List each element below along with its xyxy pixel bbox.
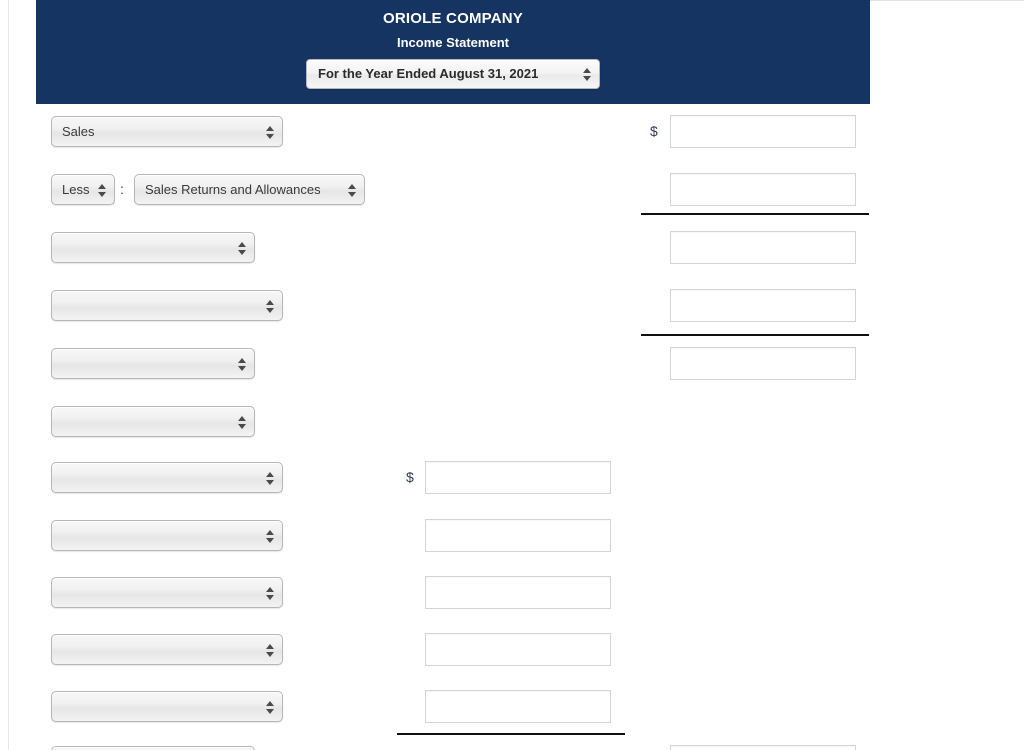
income-statement-worksheet: ORIOLE COMPANY Income Statement For the … [0, 0, 1024, 750]
chevron-updown-icon [238, 415, 247, 430]
period-select-wrap: For the Year Ended August 31, 2021 [36, 59, 870, 89]
account-select-row-12[interactable] [51, 746, 255, 750]
chevron-updown-icon [266, 586, 275, 601]
subtotal-rule-1 [641, 213, 869, 215]
amount-input-row-3[interactable] [670, 231, 856, 264]
account-select-row-8[interactable] [51, 520, 283, 551]
account-select-row-6[interactable] [51, 406, 255, 437]
account-select-row-11[interactable] [51, 691, 283, 722]
amount-input-row-5[interactable] [670, 347, 856, 380]
modifier-select-less-label: Less [62, 182, 90, 197]
account-select-row-3[interactable] [51, 232, 255, 263]
chevron-updown-icon [266, 529, 275, 544]
statement-title: Income Statement [397, 35, 509, 50]
chevron-updown-icon [266, 299, 275, 314]
detail-input-row-8[interactable] [425, 519, 611, 552]
page-top-edge-rule [870, 0, 1024, 1]
subtotal-rule-3 [397, 733, 625, 735]
account-select-row-7[interactable] [51, 462, 283, 493]
dollar-sign-right-1: $ [650, 123, 658, 139]
chevron-updown-icon [238, 241, 247, 256]
dollar-sign-middle-1: $ [406, 469, 414, 485]
account-select-sales-label: Sales [62, 124, 95, 139]
chevron-updown-icon [266, 125, 275, 140]
account-select-sales-returns[interactable]: Sales Returns and Allowances [134, 174, 365, 205]
subtotal-rule-2 [641, 334, 869, 336]
period-select-label: For the Year Ended August 31, 2021 [318, 66, 539, 81]
amount-input-sales-returns[interactable] [670, 173, 856, 206]
page-left-edge-rule [8, 0, 9, 750]
detail-input-row-10[interactable] [425, 633, 611, 666]
modifier-select-less[interactable]: Less [51, 174, 115, 205]
chevron-updown-icon [238, 357, 247, 372]
amount-input-sales[interactable] [670, 115, 856, 148]
account-select-row-4[interactable] [51, 290, 283, 321]
detail-input-row-9[interactable] [425, 576, 611, 609]
chevron-updown-icon [583, 67, 592, 82]
account-select-row-5[interactable] [51, 348, 255, 379]
chevron-updown-icon [266, 643, 275, 658]
chevron-updown-icon [348, 183, 357, 198]
account-select-sales[interactable]: Sales [51, 116, 283, 147]
amount-input-row-12[interactable] [670, 745, 856, 750]
account-select-sales-returns-label: Sales Returns and Allowances [145, 182, 321, 197]
company-name: ORIOLE COMPANY [382, 10, 524, 27]
detail-input-row-7[interactable] [425, 461, 611, 494]
row-separator-colon: : [120, 181, 124, 197]
amount-input-row-4[interactable] [670, 289, 856, 322]
account-select-row-9[interactable] [51, 577, 283, 608]
detail-input-row-11[interactable] [425, 690, 611, 723]
chevron-updown-icon [98, 183, 107, 198]
chevron-updown-icon [266, 700, 275, 715]
account-select-row-10[interactable] [51, 634, 283, 665]
chevron-updown-icon [266, 471, 275, 486]
period-select[interactable]: For the Year Ended August 31, 2021 [306, 59, 600, 89]
statement-header: ORIOLE COMPANY Income Statement For the … [36, 0, 870, 104]
